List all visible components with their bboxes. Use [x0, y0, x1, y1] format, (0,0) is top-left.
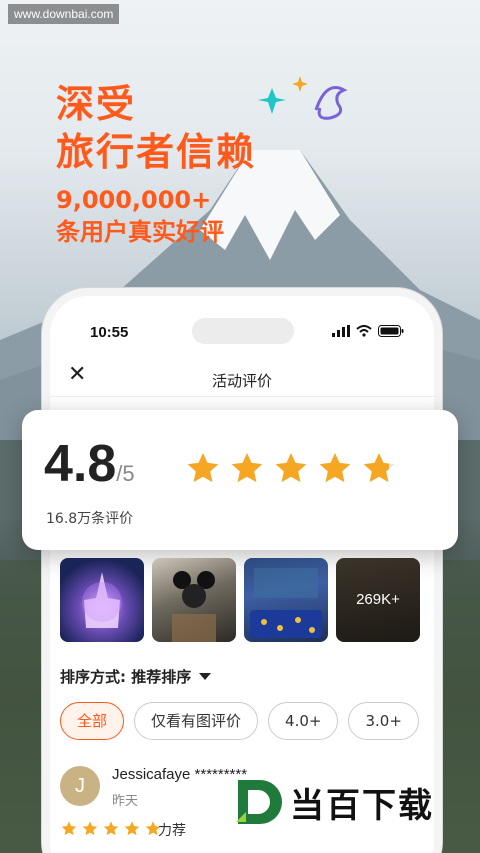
review-photo[interactable]: [244, 558, 328, 642]
status-icons: [332, 325, 404, 337]
star-icon: [275, 453, 307, 483]
review-date: 昨天: [112, 794, 139, 809]
star-icon: [124, 821, 140, 836]
star-partial-icon: [363, 453, 395, 483]
star-icon: [103, 821, 119, 836]
headline: 深受 旅行者信赖 9,000,000+ 条用户真实好评: [56, 80, 256, 248]
reviewer-name: Jessicafaye *********: [112, 766, 248, 783]
rating-score: 4.8/5: [44, 434, 135, 494]
wifi-icon: [356, 325, 372, 337]
filter-chip-3plus[interactable]: 3.0+: [348, 702, 419, 740]
watermark: www.downbai.com: [8, 4, 120, 24]
rating-card: 4.8/5 16.8万条评价: [22, 410, 458, 550]
filter-chips: 全部 仅看有图评价 4.0+ 3.0+: [60, 702, 419, 740]
headline-line1: 深受: [56, 82, 137, 126]
nav-divider: [50, 396, 434, 397]
rating-score-value: 4.8: [44, 435, 117, 493]
logo-d-icon: [236, 780, 282, 824]
review-stars: [60, 820, 162, 837]
star-icon: [61, 821, 77, 836]
headline-line2: 旅行者信赖: [56, 130, 257, 174]
photo-count: 269K+: [356, 591, 400, 608]
ride-illustration: [250, 568, 322, 638]
page-title: 活动评价: [211, 372, 272, 390]
star-icon: [82, 821, 98, 836]
review-photo[interactable]: [152, 558, 236, 642]
rating-count: 16.8万条评价: [46, 511, 134, 527]
site-logo: 当百下载: [232, 776, 434, 828]
filter-chip-all[interactable]: 全部: [60, 702, 125, 740]
headline-line3: 9,000,000+: [56, 186, 212, 214]
star-icon: [231, 453, 263, 483]
review-tag: 力荐: [158, 823, 186, 839]
filter-chip-4plus[interactable]: 4.0+: [268, 702, 339, 740]
review-photo[interactable]: [60, 558, 144, 642]
signal-icon: [332, 325, 350, 337]
review-photo-more[interactable]: 269K+: [336, 558, 420, 642]
rating-stars: [184, 450, 398, 486]
dynamic-island: [192, 318, 294, 344]
status-time: 10:55: [90, 324, 129, 341]
battery-icon: [378, 325, 404, 337]
mickey-ears-illustration: [172, 571, 216, 642]
star-icon: [187, 453, 219, 483]
avatar[interactable]: J: [60, 766, 100, 806]
sort-label: 排序方式: 推荐排序: [60, 668, 192, 686]
filter-chip-with-photos[interactable]: 仅看有图评价: [134, 702, 259, 740]
chevron-down-icon: [199, 673, 212, 680]
photo-strip: 269K+: [60, 558, 420, 642]
star-icon: [319, 453, 351, 483]
rating-score-max: /5: [116, 461, 135, 486]
castle-illustration: [82, 572, 122, 628]
logo-text: 当百下载: [290, 785, 434, 826]
headline-line4: 条用户真实好评: [56, 218, 224, 246]
sparkles-decoration: [258, 76, 348, 120]
sort-dropdown[interactable]: 排序方式: 推荐排序: [60, 666, 212, 687]
